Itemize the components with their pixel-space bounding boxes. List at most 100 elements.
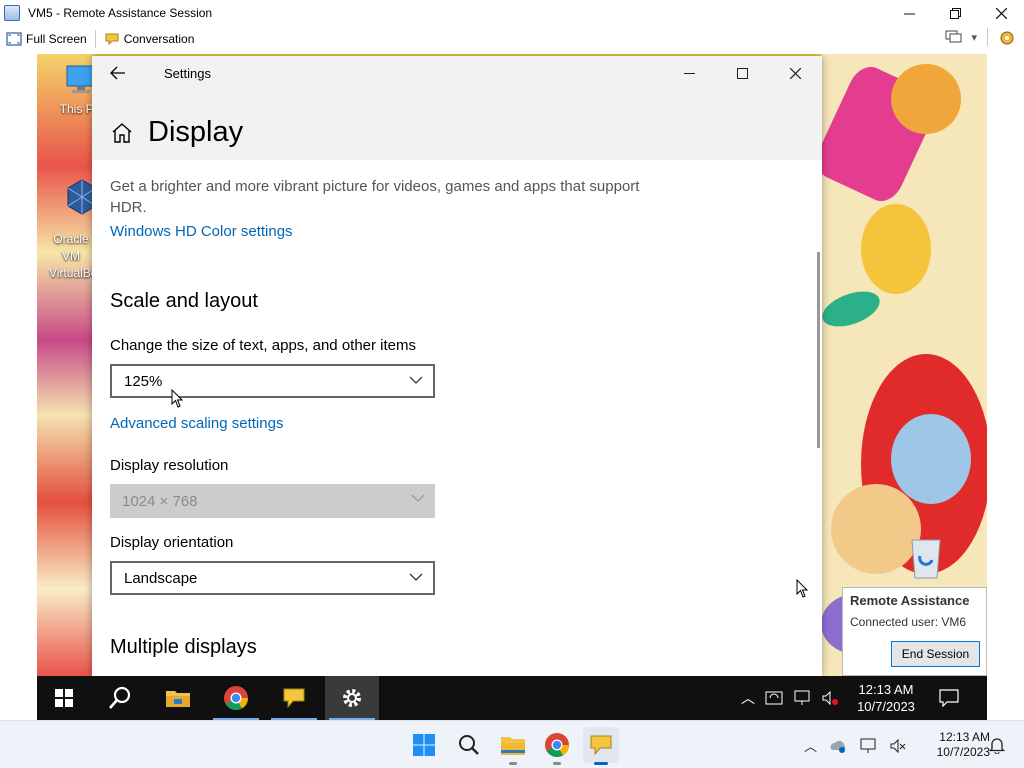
vm-action-center-button[interactable]	[923, 676, 975, 720]
vm-search-button[interactable]	[93, 676, 147, 720]
desktop-icon-recycle-bin[interactable]	[903, 534, 949, 585]
restore-button[interactable]	[932, 0, 978, 26]
network-icon[interactable]	[859, 738, 877, 754]
toolbar-divider	[987, 28, 988, 46]
file-explorer-icon	[166, 691, 190, 707]
volume-muted-icon[interactable]	[821, 690, 839, 706]
vm-time: 12:13 AM	[858, 682, 914, 697]
fullscreen-icon	[6, 32, 22, 46]
close-icon	[790, 67, 801, 79]
host-chrome-button[interactable]	[539, 727, 575, 765]
volume-muted-icon[interactable]	[889, 738, 907, 754]
scrollbar[interactable]	[817, 252, 820, 448]
windows-start-icon	[413, 734, 435, 756]
vm-date: 10/7/2023	[857, 699, 915, 714]
file-explorer-icon	[501, 737, 525, 755]
page-title: Display	[148, 116, 244, 148]
hdr-description: Get a brighter and more vibrant picture …	[110, 178, 640, 216]
display-dropdown-arrow-icon[interactable]: ▾	[971, 31, 977, 44]
vm-chrome-button[interactable]	[209, 676, 263, 720]
orientation-dropdown[interactable]: Landscape	[110, 561, 435, 595]
scale-label: Change the size of text, apps, and other…	[110, 337, 417, 354]
ra-title-bar: VM5 - Remote Assistance Session	[0, 0, 1024, 26]
notification-icon	[939, 689, 959, 707]
vm-start-button[interactable]	[37, 676, 91, 720]
settings-title-bar: Settings	[92, 56, 822, 90]
settings-minimize-button[interactable]	[663, 56, 716, 90]
conversation-icon	[105, 33, 119, 46]
restore-icon	[949, 7, 961, 19]
host-time: 12:13 AM	[939, 730, 990, 744]
vm-remote-assistance-button[interactable]	[267, 676, 321, 720]
settings-close-button[interactable]	[769, 56, 822, 90]
minimize-icon	[684, 72, 695, 74]
ra-notification-panel: Remote Assistance Connected user: VM6 En…	[842, 587, 987, 676]
scale-dropdown[interactable]: 125%	[110, 364, 435, 398]
end-session-button[interactable]: End Session	[891, 641, 980, 667]
conversation-label: Conversation	[123, 32, 195, 46]
host-notification-button[interactable]	[983, 727, 1011, 763]
fullscreen-label: Full Screen	[26, 32, 87, 46]
ra-connected-user: Connected user: VM6	[850, 615, 967, 629]
conversation-button[interactable]: Conversation	[98, 28, 201, 50]
host-clock[interactable]: 12:13 AM 10/7/2023	[920, 730, 990, 760]
remote-assistance-app-icon	[4, 5, 20, 21]
resolution-value: 1024 × 768	[122, 492, 198, 510]
vm-taskbar: ︿ 12:13 AM 10/7/2023	[37, 676, 987, 720]
desktop-icon-label: Oracle VM VirtualBox	[49, 232, 93, 280]
host-system-tray: ︿	[804, 736, 907, 755]
resolution-dropdown: 1024 × 768	[110, 484, 435, 518]
vm-system-tray: ︿	[741, 676, 839, 720]
scale-value: 125%	[124, 372, 163, 390]
chrome-icon	[545, 733, 569, 758]
ra-toolbar: Full Screen Conversation ▾	[0, 26, 1024, 52]
bell-icon	[989, 738, 1005, 754]
chevron-down-icon	[409, 573, 423, 581]
network-icon[interactable]	[793, 690, 811, 706]
start-icon	[55, 689, 73, 707]
search-icon	[459, 735, 479, 755]
host-start-button[interactable]	[406, 727, 442, 763]
mouse-cursor-icon	[796, 579, 809, 598]
fullscreen-button[interactable]: Full Screen	[0, 28, 93, 50]
window-title: VM5 - Remote Assistance Session	[28, 6, 213, 20]
back-arrow-icon	[110, 66, 125, 80]
remote-desktop[interactable]: This PC Oracle VM VirtualBox Settings	[37, 54, 987, 720]
host-file-explorer-button[interactable]	[495, 727, 531, 765]
host-remote-assistance-button[interactable]	[583, 727, 619, 765]
search-icon	[109, 686, 131, 709]
settings-maximize-button[interactable]	[716, 56, 769, 90]
resolution-label: Display resolution	[110, 457, 229, 474]
host-taskbar: ︿ 12:13 AM 10/7/2023	[0, 720, 1024, 768]
onedrive-icon[interactable]	[829, 738, 847, 754]
remote-assistance-icon	[283, 688, 305, 709]
show-hidden-icons-icon[interactable]: ︿	[741, 688, 755, 708]
show-hidden-icons-icon[interactable]: ︿	[804, 736, 817, 755]
vm-settings-button[interactable]	[325, 676, 379, 720]
scale-layout-heading: Scale and layout	[110, 290, 258, 312]
vm-file-explorer-button[interactable]	[151, 676, 205, 720]
hdr-color-settings-link[interactable]: Windows HD Color settings	[110, 223, 293, 240]
settings-icon	[343, 689, 361, 707]
close-icon	[995, 7, 1007, 19]
settings-window-title: Settings	[164, 65, 211, 81]
back-button[interactable]	[92, 56, 144, 90]
remote-assistance-icon	[590, 735, 612, 756]
sync-icon[interactable]	[765, 690, 783, 706]
chrome-icon	[224, 686, 248, 711]
home-icon[interactable]	[110, 121, 134, 145]
settings-header: Settings Display	[92, 56, 822, 160]
host-date: 10/7/2023	[936, 745, 990, 759]
advanced-scaling-link[interactable]: Advanced scaling settings	[110, 415, 283, 432]
settings-window[interactable]: Settings Display Get a brighter and more…	[92, 56, 822, 676]
orientation-label: Display orientation	[110, 534, 234, 551]
minimize-button[interactable]	[886, 0, 932, 26]
host-search-button[interactable]	[451, 727, 487, 763]
minimize-icon	[903, 13, 915, 14]
close-button[interactable]	[978, 0, 1024, 26]
vm-clock[interactable]: 12:13 AM 10/7/2023	[849, 681, 923, 715]
chevron-down-icon	[409, 376, 423, 384]
help-icon[interactable]	[998, 29, 1016, 45]
display-settings-icon[interactable]	[945, 30, 963, 44]
recycle-bin-icon	[911, 539, 941, 579]
